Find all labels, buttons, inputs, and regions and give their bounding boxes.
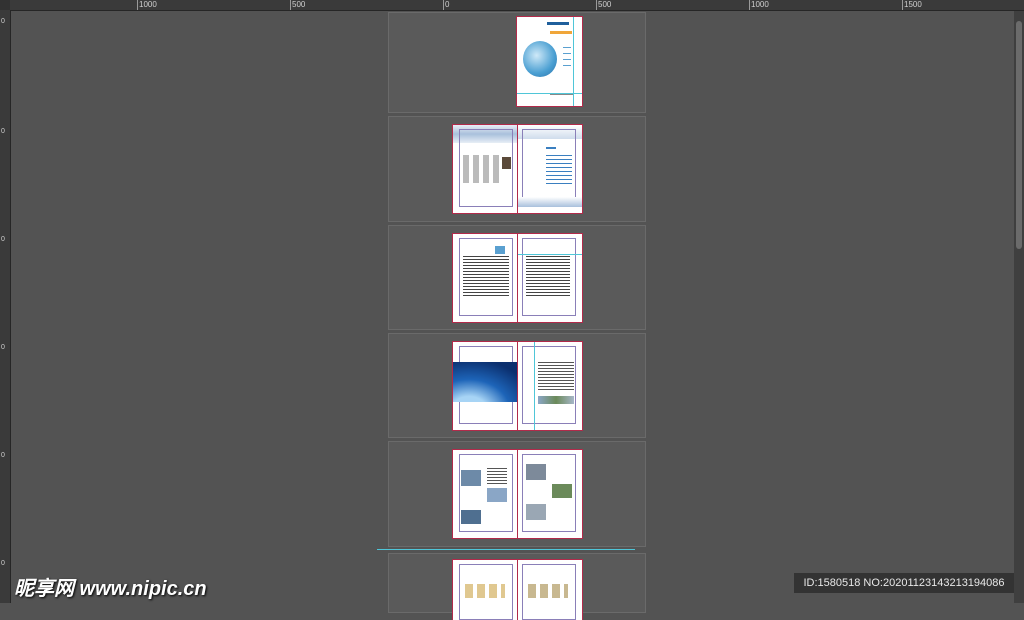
photo-strip	[538, 396, 574, 404]
body-text	[463, 256, 509, 296]
right-page[interactable]	[517, 341, 583, 431]
spread-2[interactable]	[388, 116, 646, 222]
ruler-label: 1000	[139, 0, 157, 9]
id-watermark: ID:1580518 NO:20201123143213194086	[794, 573, 1014, 593]
text-line	[563, 53, 571, 54]
ruler-label: 0	[1, 344, 5, 351]
ruler-label: 500	[292, 0, 306, 9]
text-line	[563, 65, 571, 66]
ruler-label: 500	[598, 0, 612, 9]
horizontal-guide	[518, 254, 582, 255]
vertical-scrollbar[interactable]	[1014, 11, 1024, 603]
portrait-photo	[502, 157, 511, 169]
ruler-label: 0	[1, 236, 5, 243]
right-page[interactable]	[517, 559, 583, 620]
diagram-block	[465, 584, 505, 598]
horizontal-guide	[517, 93, 582, 94]
body-text	[487, 468, 507, 484]
ruler-label: 0	[1, 560, 5, 567]
ruler-corner[interactable]	[0, 0, 10, 10]
building-photo	[487, 488, 507, 502]
text-line	[563, 59, 571, 60]
building-photo	[526, 464, 546, 480]
table-lines	[538, 362, 574, 390]
ruler-label: 0	[1, 18, 5, 25]
ruler-label: 0	[1, 452, 5, 459]
document-canvas[interactable]	[11, 11, 1014, 620]
spread-6[interactable]	[388, 553, 646, 620]
right-page[interactable]	[517, 124, 583, 214]
building-photo	[461, 470, 481, 486]
building-photo	[552, 484, 572, 498]
building-photo	[526, 504, 546, 520]
ruler-label: 0	[445, 0, 450, 9]
toc-title	[546, 147, 556, 149]
right-page[interactable]	[517, 233, 583, 323]
cover-page[interactable]	[516, 16, 583, 107]
horizontal-ruler[interactable]: 1000 500 0 500 1000 1500	[0, 0, 1024, 11]
right-page[interactable]	[517, 449, 583, 539]
cover-subtitle-bar	[550, 31, 572, 34]
toc-list	[546, 155, 572, 185]
left-page[interactable]	[452, 233, 519, 323]
spread-cover[interactable]	[388, 12, 646, 113]
ruler-label: 1500	[904, 0, 922, 9]
body-text	[526, 256, 570, 296]
spread-3[interactable]	[388, 225, 646, 330]
horizontal-guide	[377, 549, 635, 550]
spread-5[interactable]	[388, 441, 646, 547]
logo-block	[495, 246, 505, 254]
footer-banner	[518, 197, 582, 207]
ruler-label: 1000	[751, 0, 769, 9]
text-line	[563, 47, 571, 48]
ruler-label: 0	[1, 128, 5, 135]
diagram-block	[528, 584, 568, 598]
handwriting-block	[463, 155, 503, 183]
globe-graphic	[523, 41, 557, 77]
left-page[interactable]	[452, 559, 519, 620]
vertical-ruler[interactable]: 0 0 0 0 0 0	[0, 10, 11, 603]
cover-title-bar	[547, 22, 569, 25]
left-page[interactable]	[452, 341, 533, 431]
building-photo	[461, 510, 481, 524]
site-watermark: 昵享网 www.nipic.cn	[14, 578, 207, 600]
scrollbar-thumb[interactable]	[1016, 21, 1022, 249]
left-page[interactable]	[452, 449, 519, 539]
left-page[interactable]	[452, 124, 519, 214]
column-guide	[534, 342, 535, 430]
spread-4[interactable]	[388, 333, 646, 438]
